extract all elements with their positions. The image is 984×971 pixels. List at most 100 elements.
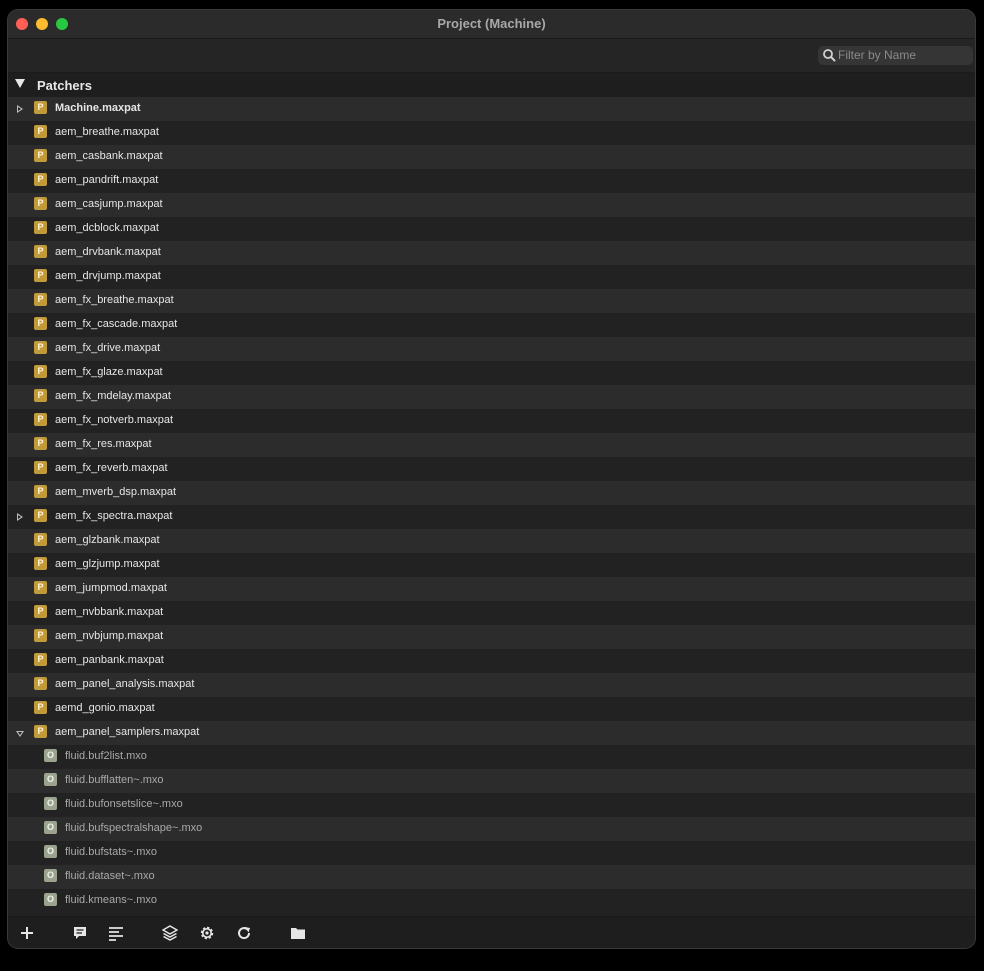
file-row[interactable]: Paem_mverb_dsp.maxpat <box>8 481 975 505</box>
file-row[interactable]: Paem_fx_drive.maxpat <box>8 337 975 361</box>
project-window: Project (Machine) Patchers P Machine.maxp… <box>8 10 975 948</box>
gear-icon[interactable] <box>199 925 215 941</box>
patcher-file-icon: P <box>34 269 47 282</box>
patcher-file-icon: P <box>34 605 47 618</box>
file-row[interactable]: Paem_fx_notverb.maxpat <box>8 409 975 433</box>
file-row[interactable]: Paem_drvbank.maxpat <box>8 241 975 265</box>
object-file-icon: O <box>44 893 57 906</box>
file-row[interactable]: Paem_panel_analysis.maxpat <box>8 673 975 697</box>
file-name: aem_fx_reverb.maxpat <box>55 462 168 474</box>
object-file-icon: O <box>44 845 57 858</box>
patcher-file-icon: P <box>34 677 47 690</box>
patcher-file-icon: P <box>34 221 47 234</box>
file-row[interactable]: Ofluid.buf2list.mxo <box>8 745 975 769</box>
search-icon <box>823 49 836 62</box>
refresh-icon[interactable] <box>236 925 252 941</box>
file-row[interactable]: Paem_fx_mdelay.maxpat <box>8 385 975 409</box>
file-row[interactable]: Ofluid.bufstats~.mxo <box>8 841 975 865</box>
file-row[interactable]: Ofluid.bufflatten~.mxo <box>8 769 975 793</box>
disclosure-open-icon[interactable] <box>16 731 24 737</box>
add-icon[interactable] <box>19 925 35 941</box>
window-title: Project (Machine) <box>437 16 546 31</box>
file-row[interactable]: Paem_drvjump.maxpat <box>8 265 975 289</box>
file-row[interactable]: Paem_casbank.maxpat <box>8 145 975 169</box>
patcher-file-icon: P <box>34 725 47 738</box>
comment-icon[interactable] <box>72 925 88 941</box>
file-row[interactable]: Paem_dcblock.maxpat <box>8 217 975 241</box>
patcher-file-icon: P <box>34 533 47 546</box>
file-name: aem_fx_notverb.maxpat <box>55 414 174 426</box>
file-row[interactable]: Paem_jumpmod.maxpat <box>8 577 975 601</box>
file-row[interactable]: Paem_nvbjump.maxpat <box>8 625 975 649</box>
patcher-file-icon: P <box>34 293 47 306</box>
patcher-file-icon: P <box>34 245 47 258</box>
file-row[interactable]: Paem_glzjump.maxpat <box>8 553 975 577</box>
patcher-file-icon: P <box>34 653 47 666</box>
filter-field[interactable] <box>818 46 973 65</box>
bottom-toolbar <box>8 916 975 948</box>
file-name: aem_glzbank.maxpat <box>55 534 160 546</box>
patcher-file-icon: P <box>34 125 47 138</box>
file-name: aem_fx_glaze.maxpat <box>55 366 163 378</box>
file-row[interactable]: Paem_casjump.maxpat <box>8 193 975 217</box>
file-row[interactable]: Paem_fx_cascade.maxpat <box>8 313 975 337</box>
title-bar: Project (Machine) <box>8 10 975 39</box>
file-name: aemd_gonio.maxpat <box>55 702 155 714</box>
file-row[interactable]: Paem_fx_reverb.maxpat <box>8 457 975 481</box>
file-row[interactable]: Paem_fx_res.maxpat <box>8 433 975 457</box>
file-name: aem_mverb_dsp.maxpat <box>55 486 177 498</box>
patcher-file-icon: P <box>34 365 47 378</box>
file-row[interactable]: Paem_glzbank.maxpat <box>8 529 975 553</box>
file-name: aem_casjump.maxpat <box>55 198 163 210</box>
filter-input[interactable] <box>838 47 968 63</box>
patcher-file-icon: P <box>34 461 47 474</box>
patcher-file-icon: P <box>34 389 47 402</box>
file-name: aem_fx_mdelay.maxpat <box>55 390 171 402</box>
patcher-file-icon: P <box>34 341 47 354</box>
list-icon[interactable] <box>108 925 124 941</box>
file-name: fluid.bufflatten~.mxo <box>65 774 164 786</box>
file-name: aem_nvbjump.maxpat <box>55 630 164 642</box>
patcher-file-icon: P <box>34 197 47 210</box>
file-row[interactable]: Ofluid.bufspectralshape~.mxo <box>8 817 975 841</box>
file-row[interactable]: Paem_nvbbank.maxpat <box>8 601 975 625</box>
file-name: aem_drvbank.maxpat <box>55 246 161 258</box>
file-row[interactable]: Paem_pandrift.maxpat <box>8 169 975 193</box>
patcher-file-icon: P <box>34 101 47 114</box>
file-name: fluid.bufonsetslice~.mxo <box>65 798 183 810</box>
file-name: aem_panel_analysis.maxpat <box>55 678 195 690</box>
section-collapse-icon[interactable] <box>15 79 25 88</box>
patcher-file-icon: P <box>34 629 47 642</box>
file-row[interactable]: Paem_breathe.maxpat <box>8 121 975 145</box>
file-name: aem_glzjump.maxpat <box>55 558 160 570</box>
folder-icon[interactable] <box>290 925 306 941</box>
object-file-icon: O <box>44 869 57 882</box>
file-row[interactable]: Paem_fx_glaze.maxpat <box>8 361 975 385</box>
patcher-file-icon: P <box>34 173 47 186</box>
file-name: aem_breathe.maxpat <box>55 126 159 138</box>
file-row[interactable]: Ofluid.dataset~.mxo <box>8 865 975 889</box>
file-name: fluid.dataset~.mxo <box>65 870 155 882</box>
section-label: Patchers <box>37 78 92 93</box>
file-row[interactable]: Paem_fx_breathe.maxpat <box>8 289 975 313</box>
file-row[interactable]: Ofluid.kmeans~.mxo <box>8 889 975 913</box>
file-row[interactable]: Paemd_gonio.maxpat <box>8 697 975 721</box>
disclosure-closed-icon[interactable] <box>17 513 23 521</box>
file-row[interactable]: Paem_fx_spectra.maxpat <box>8 505 975 529</box>
file-name: aem_panbank.maxpat <box>55 654 164 666</box>
file-name: aem_fx_drive.maxpat <box>55 342 161 354</box>
object-file-icon: O <box>44 773 57 786</box>
file-name: Machine.maxpat <box>55 102 141 114</box>
patcher-file-icon: P <box>34 701 47 714</box>
patchers-section-header[interactable]: Patchers <box>8 73 975 97</box>
file-row[interactable]: P Machine.maxpat <box>8 97 975 121</box>
file-name: aem_fx_breathe.maxpat <box>55 294 174 306</box>
file-name: aem_panel_samplers.maxpat <box>55 726 200 738</box>
disclosure-closed-icon[interactable] <box>17 105 23 113</box>
patcher-file-icon: P <box>34 509 47 522</box>
file-row[interactable]: Paem_panbank.maxpat <box>8 649 975 673</box>
file-name: aem_drvjump.maxpat <box>55 270 161 282</box>
layers-icon[interactable] <box>162 925 178 941</box>
file-row[interactable]: Ofluid.bufonsetslice~.mxo <box>8 793 975 817</box>
file-row[interactable]: Paem_panel_samplers.maxpat <box>8 721 975 745</box>
